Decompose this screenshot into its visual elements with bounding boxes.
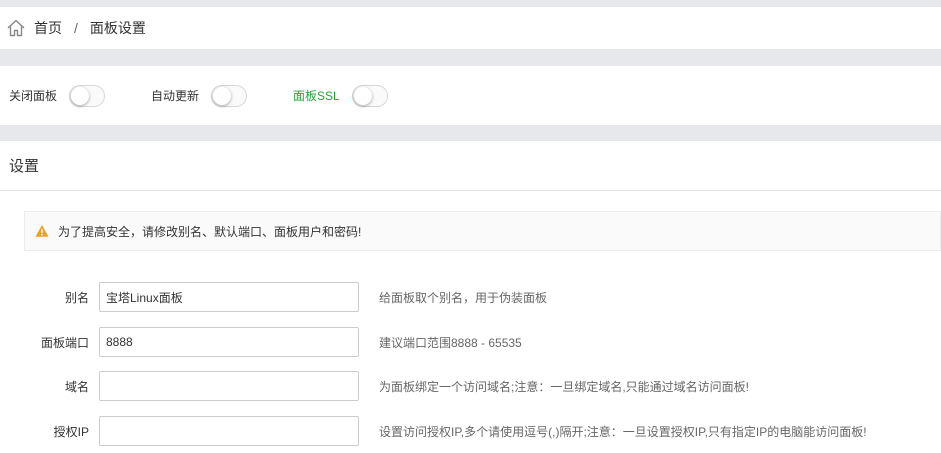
switch-knob [213,86,232,105]
domain-input[interactable] [99,371,359,401]
switch-knob [71,86,90,105]
home-icon[interactable] [6,18,26,38]
breadcrumb-current: 面板设置 [89,20,146,36]
toggle-close-panel: 关闭面板 [9,84,106,107]
panel-ssl-switch[interactable] [351,84,388,107]
breadcrumb-separator: / [74,20,78,36]
port-label: 面板端口 [40,335,89,350]
settings-panel: 设置 为了提高安全，请修改别名、默认端口、面板用户和密码! 别名 给面板取个别名… [0,141,941,453]
toggle-auto-update: 自动更新 [151,84,248,107]
security-alert-text: 为了提高安全，请修改别名、默认端口、面板用户和密码! [58,224,362,239]
settings-title: 设置 [0,141,941,191]
toggle-close-panel-label: 关闭面板 [9,89,58,103]
authorized-ip-hint: 设置访问授权IP,多个请使用逗号(,)隔开;注意：一旦设置授权IP,只有指定IP… [379,424,867,439]
toggle-panel-ssl: 面板SSL [293,84,388,107]
toggle-panel-ssl-label[interactable]: 面板SSL [293,87,340,104]
close-panel-switch[interactable] [69,84,106,107]
port-hint: 建议端口范围8888 - 65535 [379,335,522,350]
security-alert: 为了提高安全，请修改别名、默认端口、面板用户和密码! [24,211,941,251]
port-input[interactable] [99,327,359,357]
form-row-authorized-ip: 授权IP 设置访问授权IP,多个请使用逗号(,)隔开;注意：一旦设置授权IP,只… [0,416,941,446]
domain-hint: 为面板绑定一个访问域名;注意：一旦绑定域名,只能通过域名访问面板! [379,379,750,394]
alias-input[interactable] [99,282,359,312]
form-row-port: 面板端口 建议端口范围8888 - 65535 [0,327,941,357]
authorized-ip-input[interactable] [99,416,359,446]
warning-icon [35,224,49,238]
auto-update-switch[interactable] [211,84,248,107]
form-row-domain: 域名 为面板绑定一个访问域名;注意：一旦绑定域名,只能通过域名访问面板! [0,371,941,401]
form-row-alias: 别名 给面板取个别名，用于伪装面板 [0,282,941,312]
panel-toggles: 关闭面板 自动更新 面板SSL [0,66,941,125]
domain-label: 域名 [64,379,89,394]
breadcrumb: 首页 / 面板设置 [0,7,941,49]
alias-label: 别名 [64,290,89,305]
toggle-auto-update-label: 自动更新 [151,89,200,103]
breadcrumb-home-link[interactable]: 首页 [34,18,62,38]
alias-hint: 给面板取个别名，用于伪装面板 [379,290,548,305]
switch-knob [353,86,372,105]
authorized-ip-label: 授权IP [53,424,89,439]
